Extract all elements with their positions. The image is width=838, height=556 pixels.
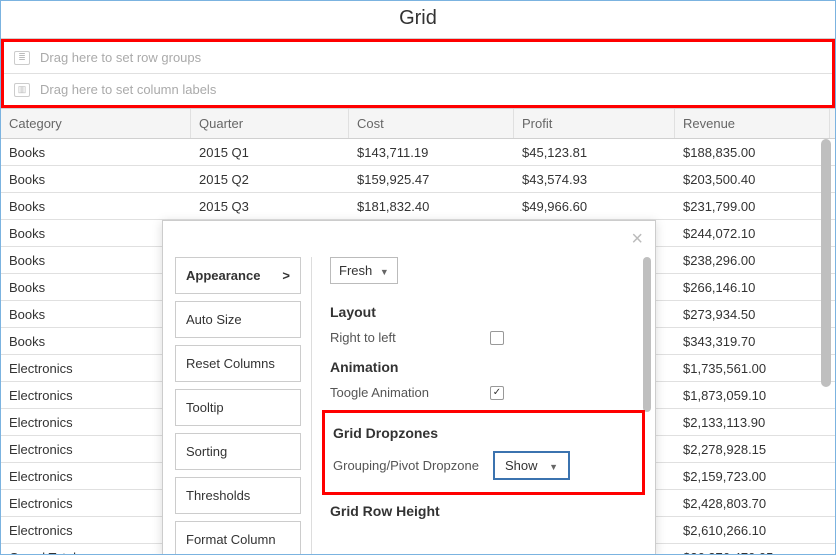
cell-revenue: $2,133,113.90 — [675, 410, 830, 435]
cell-revenue: $238,296.00 — [675, 248, 830, 273]
sidebar-item-auto-size[interactable]: Auto Size — [175, 301, 301, 338]
modal-sidebar: Appearance > Auto Size Reset Columns Too… — [163, 257, 311, 555]
grid-dropzones-heading: Grid Dropzones — [333, 425, 634, 441]
sidebar-item-reset-columns[interactable]: Reset Columns — [175, 345, 301, 382]
cell-category: Books — [1, 140, 191, 165]
theme-select-value: Fresh — [339, 263, 372, 278]
cell-cost: $181,832.40 — [349, 194, 514, 219]
sidebar-item-format-column[interactable]: Format Column — [175, 521, 301, 555]
cell-revenue: $188,835.00 — [675, 140, 830, 165]
page-title: Grid — [1, 1, 835, 39]
table-header: Category Quarter Cost Profit Revenue — [1, 108, 835, 139]
sidebar-label-reset-columns: Reset Columns — [186, 356, 275, 371]
cell-revenue: $266,146.10 — [675, 275, 830, 300]
header-profit[interactable]: Profit — [514, 109, 675, 138]
header-revenue[interactable]: Revenue — [675, 109, 830, 138]
sidebar-label-tooltip: Tooltip — [186, 400, 224, 415]
cell-cost: $143,711.19 — [349, 140, 514, 165]
table-row[interactable]: Books2015 Q1$143,711.19$45,123.81$188,83… — [1, 139, 835, 166]
chevron-down-icon: ▼ — [380, 267, 389, 277]
cell-category: Books — [1, 194, 191, 219]
row-groups-placeholder: Drag here to set row groups — [40, 50, 201, 65]
cell-revenue: $1,735,561.00 — [675, 356, 830, 381]
header-cost[interactable]: Cost — [349, 109, 514, 138]
totals-revenue: $26,376,470.05 — [675, 545, 830, 556]
settings-modal: × Appearance > Auto Size Reset Columns T… — [162, 220, 656, 555]
sidebar-item-thresholds[interactable]: Thresholds — [175, 477, 301, 514]
modal-content: Fresh ▼ Layout Right to left Animation T… — [311, 257, 655, 555]
table-row[interactable]: Books2015 Q3$181,832.40$49,966.60$231,79… — [1, 193, 835, 220]
column-labels-placeholder: Drag here to set column labels — [40, 82, 216, 97]
cell-category: Books — [1, 167, 191, 192]
cell-quarter: 2015 Q2 — [191, 167, 349, 192]
cell-revenue: $203,500.40 — [675, 167, 830, 192]
cell-revenue: $343,319.70 — [675, 329, 830, 354]
header-category[interactable]: Category — [1, 109, 191, 138]
grouping-dropzone-label: Grouping/Pivot Dropzone — [333, 458, 493, 473]
row-groups-icon: ≣ — [14, 51, 30, 65]
animation-heading: Animation — [330, 359, 639, 375]
cell-quarter: 2015 Q3 — [191, 194, 349, 219]
rtl-label: Right to left — [330, 330, 490, 345]
sidebar-label-sorting: Sorting — [186, 444, 227, 459]
header-quarter[interactable]: Quarter — [191, 109, 349, 138]
scrollbar-thumb[interactable] — [821, 139, 831, 387]
grid-dropzones-highlight: Grid Dropzones Grouping/Pivot Dropzone S… — [322, 410, 645, 495]
cell-quarter: 2015 Q1 — [191, 140, 349, 165]
sidebar-item-appearance[interactable]: Appearance > — [175, 257, 301, 294]
cell-revenue: $273,934.50 — [675, 302, 830, 327]
cell-profit: $43,574.93 — [514, 167, 675, 192]
cell-revenue: $2,428,803.70 — [675, 491, 830, 516]
sidebar-item-sorting[interactable]: Sorting — [175, 433, 301, 470]
sidebar-label-thresholds: Thresholds — [186, 488, 250, 503]
cell-revenue: $231,799.00 — [675, 194, 830, 219]
toggle-animation-checkbox[interactable]: ✓ — [490, 386, 504, 400]
cell-revenue: $2,610,266.10 — [675, 518, 830, 543]
toggle-animation-label: Toogle Animation — [330, 385, 490, 400]
cell-cost: $159,925.47 — [349, 167, 514, 192]
cell-revenue: $1,873,059.10 — [675, 383, 830, 408]
dropzones-highlight: ≣ Drag here to set row groups ▥ Drag her… — [1, 39, 835, 108]
sidebar-label-format-column: Format Column — [186, 532, 276, 547]
layout-heading: Layout — [330, 304, 639, 320]
column-labels-icon: ▥ — [14, 83, 30, 97]
rtl-checkbox[interactable] — [490, 331, 504, 345]
scrollbar-track[interactable] — [821, 139, 833, 550]
row-groups-dropzone[interactable]: ≣ Drag here to set row groups — [4, 42, 832, 74]
cell-revenue: $244,072.10 — [675, 221, 830, 246]
cell-revenue: $2,278,928.15 — [675, 437, 830, 462]
theme-select[interactable]: Fresh ▼ — [330, 257, 398, 284]
table-row[interactable]: Books2015 Q2$159,925.47$43,574.93$203,50… — [1, 166, 835, 193]
cell-profit: $49,966.60 — [514, 194, 675, 219]
grouping-dropzone-value: Show — [505, 458, 538, 473]
column-labels-dropzone[interactable]: ▥ Drag here to set column labels — [4, 74, 832, 105]
sidebar-label-appearance: Appearance — [186, 268, 260, 283]
sidebar-item-tooltip[interactable]: Tooltip — [175, 389, 301, 426]
sidebar-label-auto-size: Auto Size — [186, 312, 242, 327]
cell-profit: $45,123.81 — [514, 140, 675, 165]
grouping-dropzone-select[interactable]: Show ▼ — [493, 451, 570, 480]
chevron-down-icon: ▼ — [549, 462, 558, 472]
cell-revenue: $2,159,723.00 — [675, 464, 830, 489]
chevron-right-icon: > — [282, 268, 290, 283]
grid-row-height-heading: Grid Row Height — [330, 503, 639, 519]
